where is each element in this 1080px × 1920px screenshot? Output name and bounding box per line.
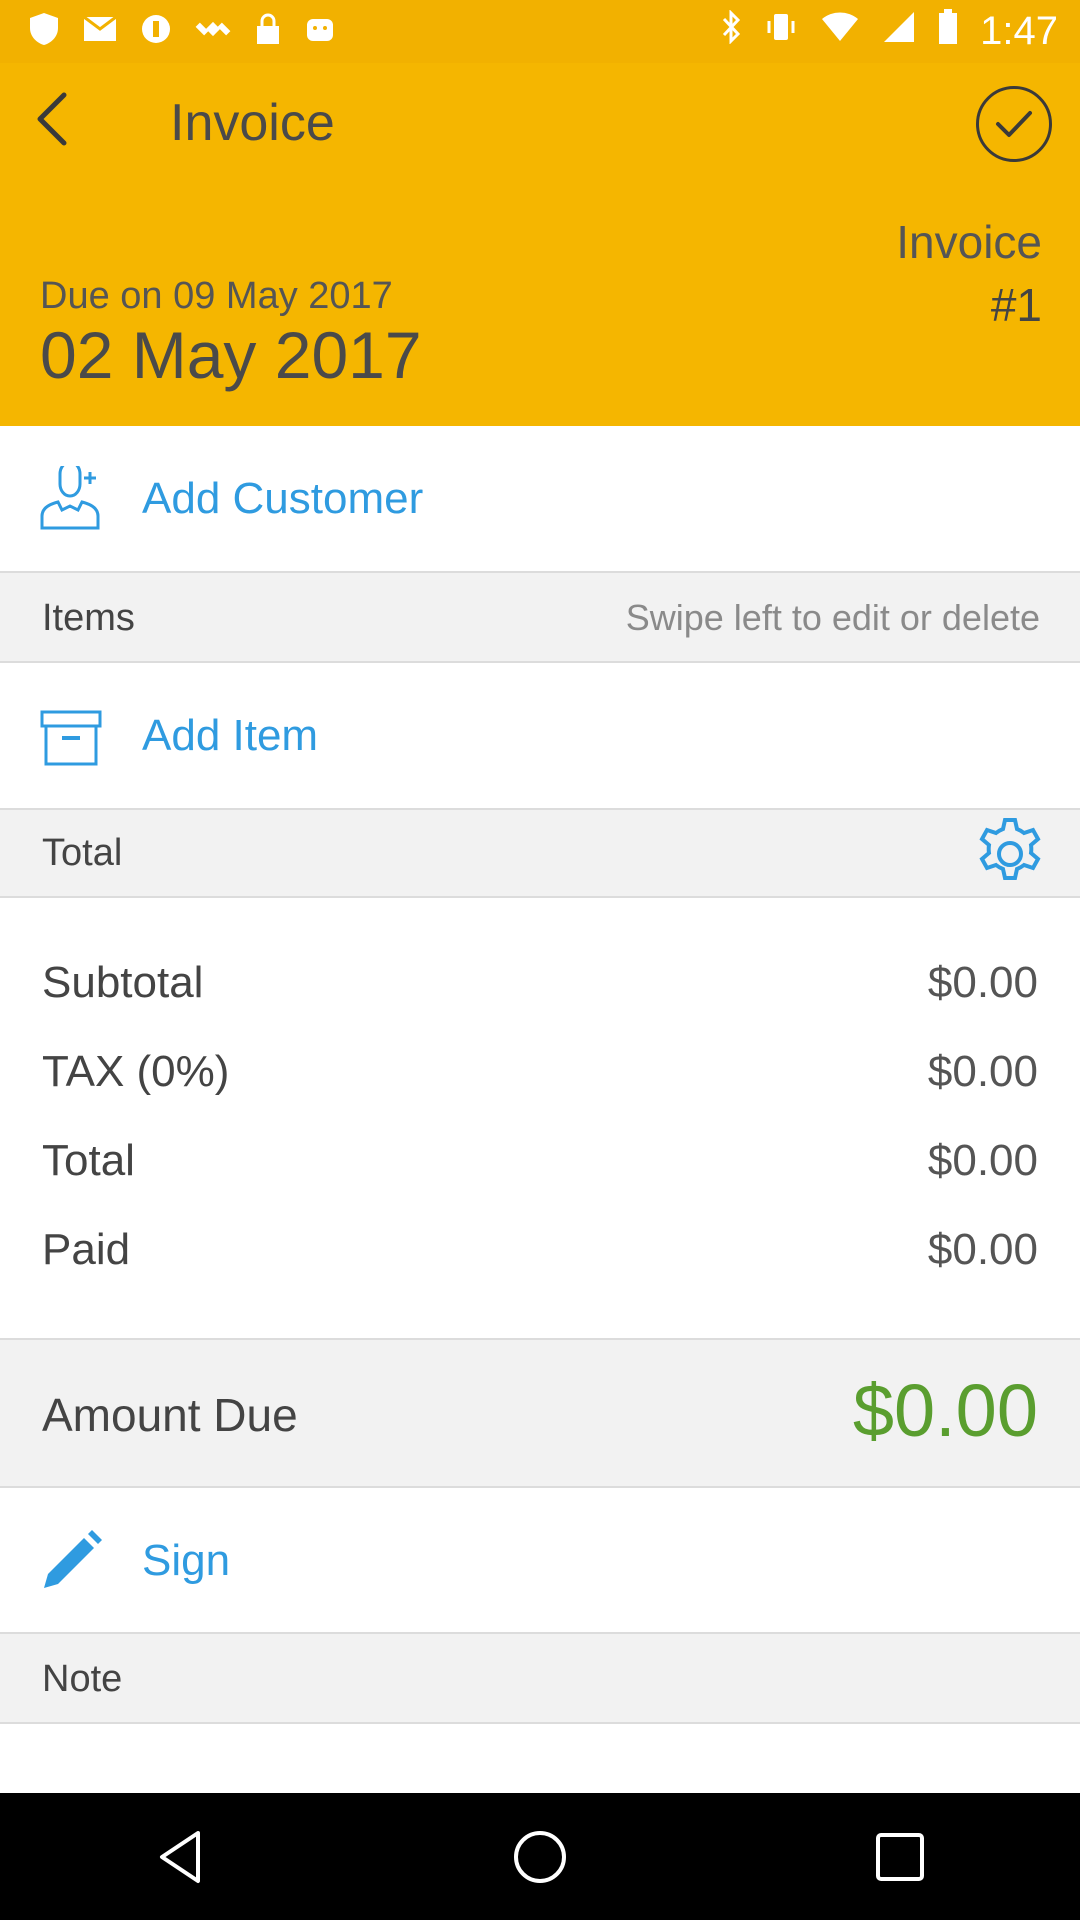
note-field[interactable] — [0, 1724, 1080, 1793]
note-title: Note — [42, 1658, 123, 1700]
total-value: $0.00 — [927, 1136, 1038, 1185]
circle-home-icon — [514, 1830, 566, 1883]
wifi-icon — [820, 11, 860, 52]
amount-due-row: Amount Due $0.00 — [0, 1340, 1080, 1486]
signal-icon — [882, 10, 916, 53]
pencil-icon — [44, 1530, 102, 1588]
square-recents-icon — [876, 1832, 924, 1881]
add-customer-row[interactable]: Add Customer — [0, 426, 1080, 571]
amount-due-label: Amount Due — [42, 1389, 298, 1441]
total-section-title: Total — [42, 832, 123, 874]
paid-value: $0.00 — [927, 1225, 1038, 1274]
coin-icon — [140, 13, 172, 51]
add-person-icon — [40, 466, 100, 530]
note-section-header: Note — [0, 1634, 1080, 1722]
vibrate-icon — [764, 10, 798, 53]
satellite-icon — [194, 10, 232, 54]
tax-label: TAX (0%) — [42, 1047, 230, 1096]
archive-box-icon — [40, 710, 102, 766]
sign-row[interactable]: Sign — [0, 1488, 1080, 1632]
add-customer-label: Add Customer — [142, 474, 424, 523]
invoice-date[interactable]: 02 May 2017 — [40, 317, 422, 393]
status-bar: 1:47 — [0, 0, 1080, 63]
triangle-back-icon — [160, 1830, 200, 1883]
paid-label: Paid — [42, 1225, 131, 1274]
nav-back-button[interactable] — [120, 1797, 240, 1917]
add-item-row[interactable]: Add Item — [0, 663, 1080, 808]
chevron-left-icon — [37, 92, 67, 146]
nav-recents-button[interactable] — [840, 1797, 960, 1917]
shield-icon — [28, 11, 60, 53]
save-button[interactable] — [976, 86, 1052, 162]
navigation-bar — [0, 1793, 1080, 1920]
status-time: 1:47 — [980, 9, 1058, 53]
settings-gear-icon[interactable] — [972, 816, 1048, 892]
sign-label: Sign — [142, 1536, 231, 1585]
android-icon — [304, 13, 336, 51]
subtotal-value: $0.00 — [927, 958, 1038, 1007]
check-icon — [996, 111, 1032, 137]
add-item-label: Add Item — [142, 711, 319, 760]
battery-icon — [938, 9, 958, 54]
invoice-header: Invoice Invoice #1 Due on 09 May 2017 02… — [0, 63, 1080, 426]
invoice-number[interactable]: #1 — [991, 278, 1042, 332]
page-title: Invoice — [170, 94, 335, 152]
due-date-text[interactable]: Due on 09 May 2017 — [40, 275, 393, 318]
mail-icon — [82, 15, 118, 49]
items-hint: Swipe left to edit or delete — [625, 597, 1040, 638]
lock-icon — [254, 12, 282, 52]
back-button[interactable] — [20, 87, 84, 151]
items-title: Items — [42, 597, 135, 639]
bluetooth-icon — [720, 9, 742, 53]
summary-list: Subtotal $0.00 TAX (0%) $0.00 Total $0.0… — [0, 898, 1080, 1338]
amount-due-value: $0.00 — [852, 1369, 1038, 1452]
nav-home-button[interactable] — [480, 1797, 600, 1917]
invoice-label[interactable]: Invoice — [896, 215, 1042, 269]
items-section-header: Items Swipe left to edit or delete — [0, 573, 1080, 661]
tax-value: $0.00 — [927, 1047, 1038, 1096]
total-section-header: Total — [0, 810, 1080, 896]
total-label: Total — [42, 1136, 135, 1185]
subtotal-label: Subtotal — [42, 958, 204, 1007]
